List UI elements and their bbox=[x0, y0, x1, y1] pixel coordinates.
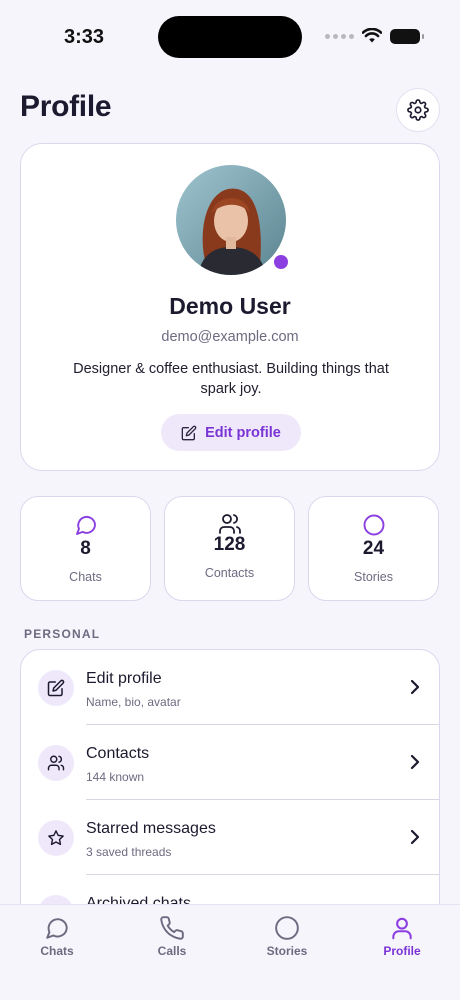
signal-icon bbox=[325, 33, 354, 39]
edit-icon bbox=[38, 670, 74, 706]
circle-icon bbox=[242, 915, 332, 941]
list-item-title: Starred messages bbox=[86, 820, 216, 837]
list-item-contacts[interactable]: Contacts 144 known bbox=[21, 725, 439, 800]
list-item-subtitle: Name, bio, avatar bbox=[86, 695, 181, 709]
profile-bio: Designer & coffee enthusiast. Building t… bbox=[73, 361, 389, 397]
status-icons bbox=[325, 28, 424, 44]
avatar-container[interactable] bbox=[176, 165, 291, 275]
settings-button[interactable] bbox=[396, 88, 440, 132]
wifi-icon bbox=[362, 28, 382, 43]
edit-profile-button[interactable]: Edit profile bbox=[161, 414, 301, 451]
dynamic-island bbox=[158, 16, 302, 58]
stat-label: Stories bbox=[354, 570, 393, 584]
battery-icon bbox=[390, 28, 424, 44]
stat-value: 8 bbox=[80, 538, 91, 559]
list-item-starred-messages[interactable]: Starred messages 3 saved threads bbox=[21, 800, 439, 875]
tab-label: Profile bbox=[383, 944, 421, 958]
stat-card-stories[interactable]: 24 Stories bbox=[308, 496, 439, 601]
edit-icon bbox=[181, 425, 197, 440]
list-item-edit-profile[interactable]: Edit profile Name, bio, avatar bbox=[21, 650, 439, 725]
profile-card: Demo User demo@example.com Designer & co… bbox=[20, 143, 440, 471]
profile-name: Demo User bbox=[169, 293, 291, 319]
tab-label: Calls bbox=[157, 944, 187, 958]
tab-label: Chats bbox=[40, 944, 74, 958]
tab-calls[interactable]: Calls bbox=[127, 915, 217, 975]
chat-bubble-icon bbox=[12, 915, 102, 941]
chevron-right-icon bbox=[410, 679, 420, 695]
users-icon bbox=[38, 745, 74, 781]
circle-icon bbox=[309, 513, 438, 537]
tab-chats[interactable]: Chats bbox=[12, 915, 102, 975]
list-item-subtitle: 144 known bbox=[86, 770, 145, 784]
stat-label: Chats bbox=[69, 570, 102, 584]
list-item-title: Contacts bbox=[86, 745, 150, 762]
edit-profile-label: Edit profile bbox=[205, 424, 281, 441]
chevron-right-icon bbox=[410, 829, 420, 845]
tab-profile[interactable]: Profile bbox=[357, 915, 447, 975]
online-status-dot bbox=[271, 252, 291, 272]
section-label: PERSONAL bbox=[24, 627, 101, 641]
status-time: 3:33 bbox=[64, 26, 105, 48]
star-icon bbox=[38, 820, 74, 856]
tab-bar: Chats Calls Stories Profile bbox=[0, 904, 460, 1000]
stat-card-chats[interactable]: 8 Chats bbox=[20, 496, 151, 601]
avatar bbox=[176, 165, 286, 275]
tab-label: Stories bbox=[266, 944, 308, 958]
status-bar: 3:33 bbox=[0, 0, 460, 76]
chat-bubble-icon bbox=[21, 513, 150, 537]
phone-icon bbox=[127, 915, 217, 941]
profile-email: demo@example.com bbox=[161, 329, 299, 345]
stat-card-contacts[interactable]: 128 Contacts bbox=[164, 496, 295, 601]
stat-value: 128 bbox=[213, 534, 246, 555]
list-item-subtitle: 3 saved threads bbox=[86, 845, 172, 859]
stat-label: Contacts bbox=[204, 566, 255, 580]
stat-value: 24 bbox=[362, 538, 385, 559]
chevron-right-icon bbox=[410, 754, 420, 770]
users-icon bbox=[165, 512, 294, 536]
list-item-title: Edit profile bbox=[86, 670, 162, 687]
tab-stories[interactable]: Stories bbox=[242, 915, 332, 975]
page-title: Profile bbox=[20, 90, 112, 123]
gear-icon bbox=[407, 99, 429, 121]
person-icon bbox=[357, 915, 447, 941]
